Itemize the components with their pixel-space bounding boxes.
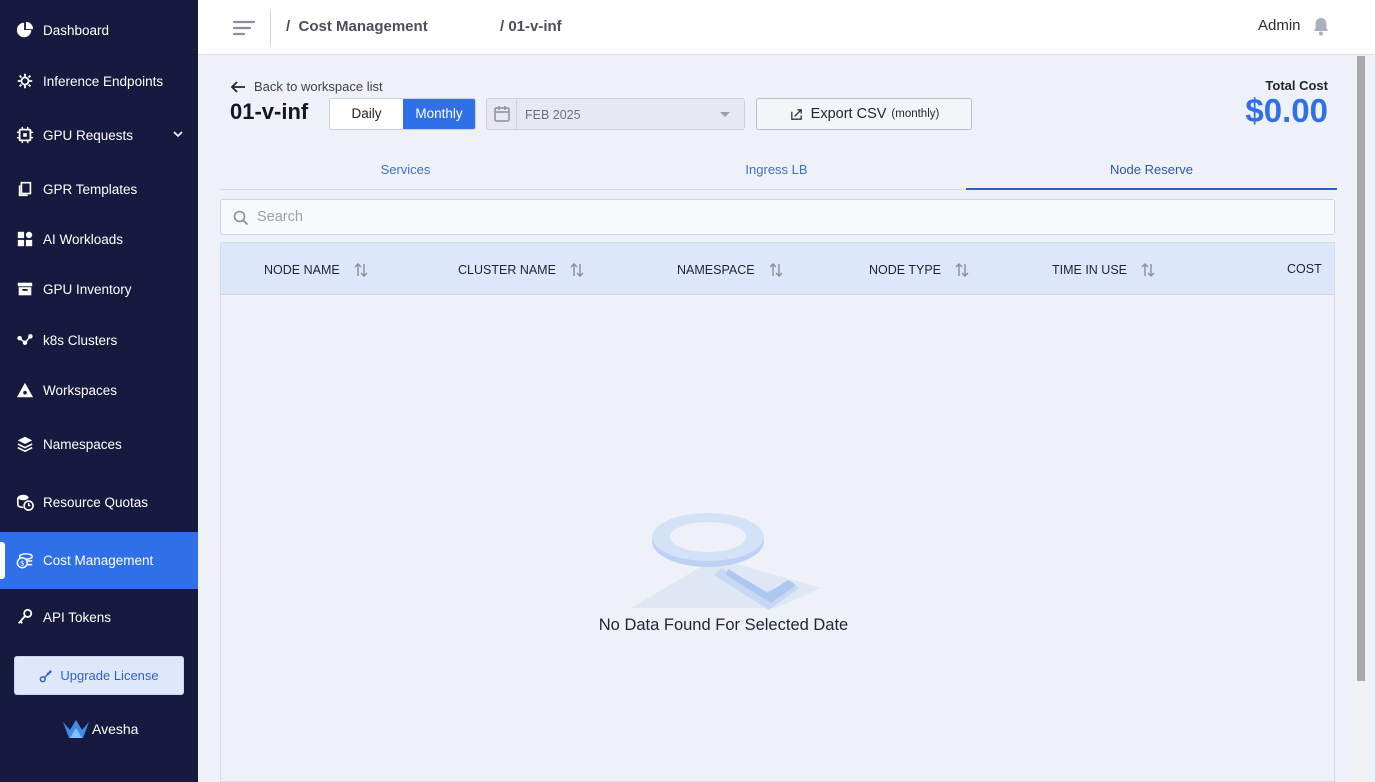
calendar-icon[interactable] [487,99,517,129]
breadcrumb-workspace: / 01-v-inf [500,18,562,35]
archive-icon [16,280,34,298]
export-icon [790,108,802,120]
export-csv-button[interactable]: Export CSV (monthly) [756,98,972,130]
user-name[interactable]: Admin [1258,17,1301,34]
sort-icon[interactable] [769,262,783,278]
column-node-name[interactable]: NODE NAME [264,262,368,278]
sidebar-item-gpu-requests[interactable]: GPU Requests [0,115,198,155]
column-cost[interactable]: COST [1287,262,1322,276]
table-header: NODE NAME CLUSTER NAME NAMESPACE NODE TY… [221,243,1334,295]
key-icon [40,670,53,683]
sidebar-item-label: GPR Templates [43,181,138,197]
grid-icon [16,230,34,248]
sort-icon[interactable] [354,262,368,278]
month-picker[interactable]: FEB 2025 [486,98,745,130]
crown-logo-icon [63,720,89,738]
search-icon [233,210,249,226]
upgrade-license-button[interactable]: Upgrade License [14,656,184,695]
sidebar-item-label: GPU Requests [43,127,134,143]
back-label: Back to workspace list [254,79,383,94]
sidebar-item-cost-management[interactable]: $ Cost Management [0,532,198,589]
upgrade-license-label: Upgrade License [60,668,159,683]
column-cluster-name[interactable]: CLUSTER NAME [458,262,584,278]
top-header: / Cost Management / 01-v-inf Admin [198,0,1375,55]
sidebar-item-gpu-inventory[interactable]: GPU Inventory [0,269,198,309]
sidebar-item-inference-endpoints[interactable]: Inference Endpoints [0,61,198,101]
page-scrollbar[interactable] [1356,56,1366,782]
arrow-left-icon [230,80,245,93]
header-divider [270,10,271,46]
money-icon: $ [16,552,34,570]
sidebar-item-label: API Tokens [43,609,112,625]
column-time-in-use[interactable]: TIME IN USE [1052,262,1155,278]
sidebar-item-label: Inference Endpoints [43,73,164,89]
brand-name: Avesha [92,721,139,737]
page-title: 01-v-inf [230,99,309,124]
caret-down-icon [720,112,730,117]
column-label: TIME IN USE [1052,263,1128,277]
sort-icon[interactable] [955,262,969,278]
export-csv-sub: (monthly) [891,108,940,120]
chevron-down-icon[interactable] [172,128,184,140]
sort-icon[interactable] [1141,262,1155,278]
menu-icon[interactable] [232,18,256,38]
copy-icon [16,180,34,198]
daily-toggle-button[interactable]: Daily [330,99,403,129]
export-csv-label: Export CSV [810,106,887,122]
node-reserve-table: NODE NAME CLUSTER NAME NAMESPACE NODE TY… [220,242,1335,782]
search-input[interactable] [257,200,1317,234]
cost-tabs: Services Ingress LB Node Reserve [220,152,1337,190]
sidebar-item-dashboard[interactable]: Dashboard [0,10,198,50]
sidebar-item-namespaces[interactable]: Namespaces [0,424,198,464]
sidebar-item-label: Workspaces [43,382,118,398]
column-namespace[interactable]: NAMESPACE [677,262,783,278]
sidebar-item-label: AI Workloads [43,231,124,247]
sidebar: Dashboard Inference Endpoints GPU Reques… [0,0,198,782]
svg-text:$: $ [20,558,25,567]
tent-icon [16,381,34,399]
bell-icon[interactable] [1312,16,1330,36]
sidebar-item-ai-workloads[interactable]: AI Workloads [0,219,198,259]
brand-logo: Avesha [62,718,138,740]
breadcrumb-cost-management[interactable]: / Cost Management [286,18,428,35]
column-label: COST [1287,262,1322,276]
pie-chart-icon [16,21,34,39]
column-node-type[interactable]: NODE TYPE [869,262,969,278]
total-cost-value: $0.00 [1245,92,1328,129]
sidebar-item-label: k8s Clusters [43,332,118,348]
nodes-icon [16,331,34,349]
cpu-icon [16,126,34,144]
back-to-workspace-list-link[interactable]: Back to workspace list [230,79,383,94]
sidebar-item-label: Resource Quotas [43,494,149,510]
sidebar-item-workspaces[interactable]: Workspaces [0,370,198,410]
key-icon [16,608,34,626]
column-label: NODE NAME [264,263,340,277]
coins-clock-icon [16,493,34,511]
sidebar-item-label: Dashboard [43,22,110,38]
monthly-toggle-button[interactable]: Monthly [403,99,475,129]
tab-services[interactable]: Services [220,152,591,190]
layers-icon [16,435,34,453]
sidebar-item-label: Cost Management [43,553,154,568]
no-data-magnifier-icon [631,513,821,610]
search-box [220,199,1335,235]
scrollbar-thumb[interactable] [1357,56,1365,681]
sidebar-item-label: GPU Inventory [43,281,132,297]
sidebar-item-resource-quotas[interactable]: Resource Quotas [0,482,198,522]
sidebar-item-gpr-templates[interactable]: GPR Templates [0,169,198,209]
sidebar-item-api-tokens[interactable]: API Tokens [0,597,198,637]
empty-state-message: No Data Found For Selected Date [598,616,849,634]
period-toggle: Daily Monthly [329,98,476,130]
chip-gear-icon [16,72,34,90]
tab-ingress-lb[interactable]: Ingress LB [591,152,962,190]
column-label: NODE TYPE [869,263,942,277]
month-picker-value: FEB 2025 [525,108,581,122]
sidebar-item-k8s-clusters[interactable]: k8s Clusters [0,320,198,360]
tab-node-reserve[interactable]: Node Reserve [966,152,1337,190]
column-label: NAMESPACE [677,263,755,277]
sidebar-item-label: Namespaces [43,436,122,452]
column-label: CLUSTER NAME [458,263,556,277]
sort-icon[interactable] [570,262,584,278]
total-cost-label: Total Cost [1265,78,1328,93]
